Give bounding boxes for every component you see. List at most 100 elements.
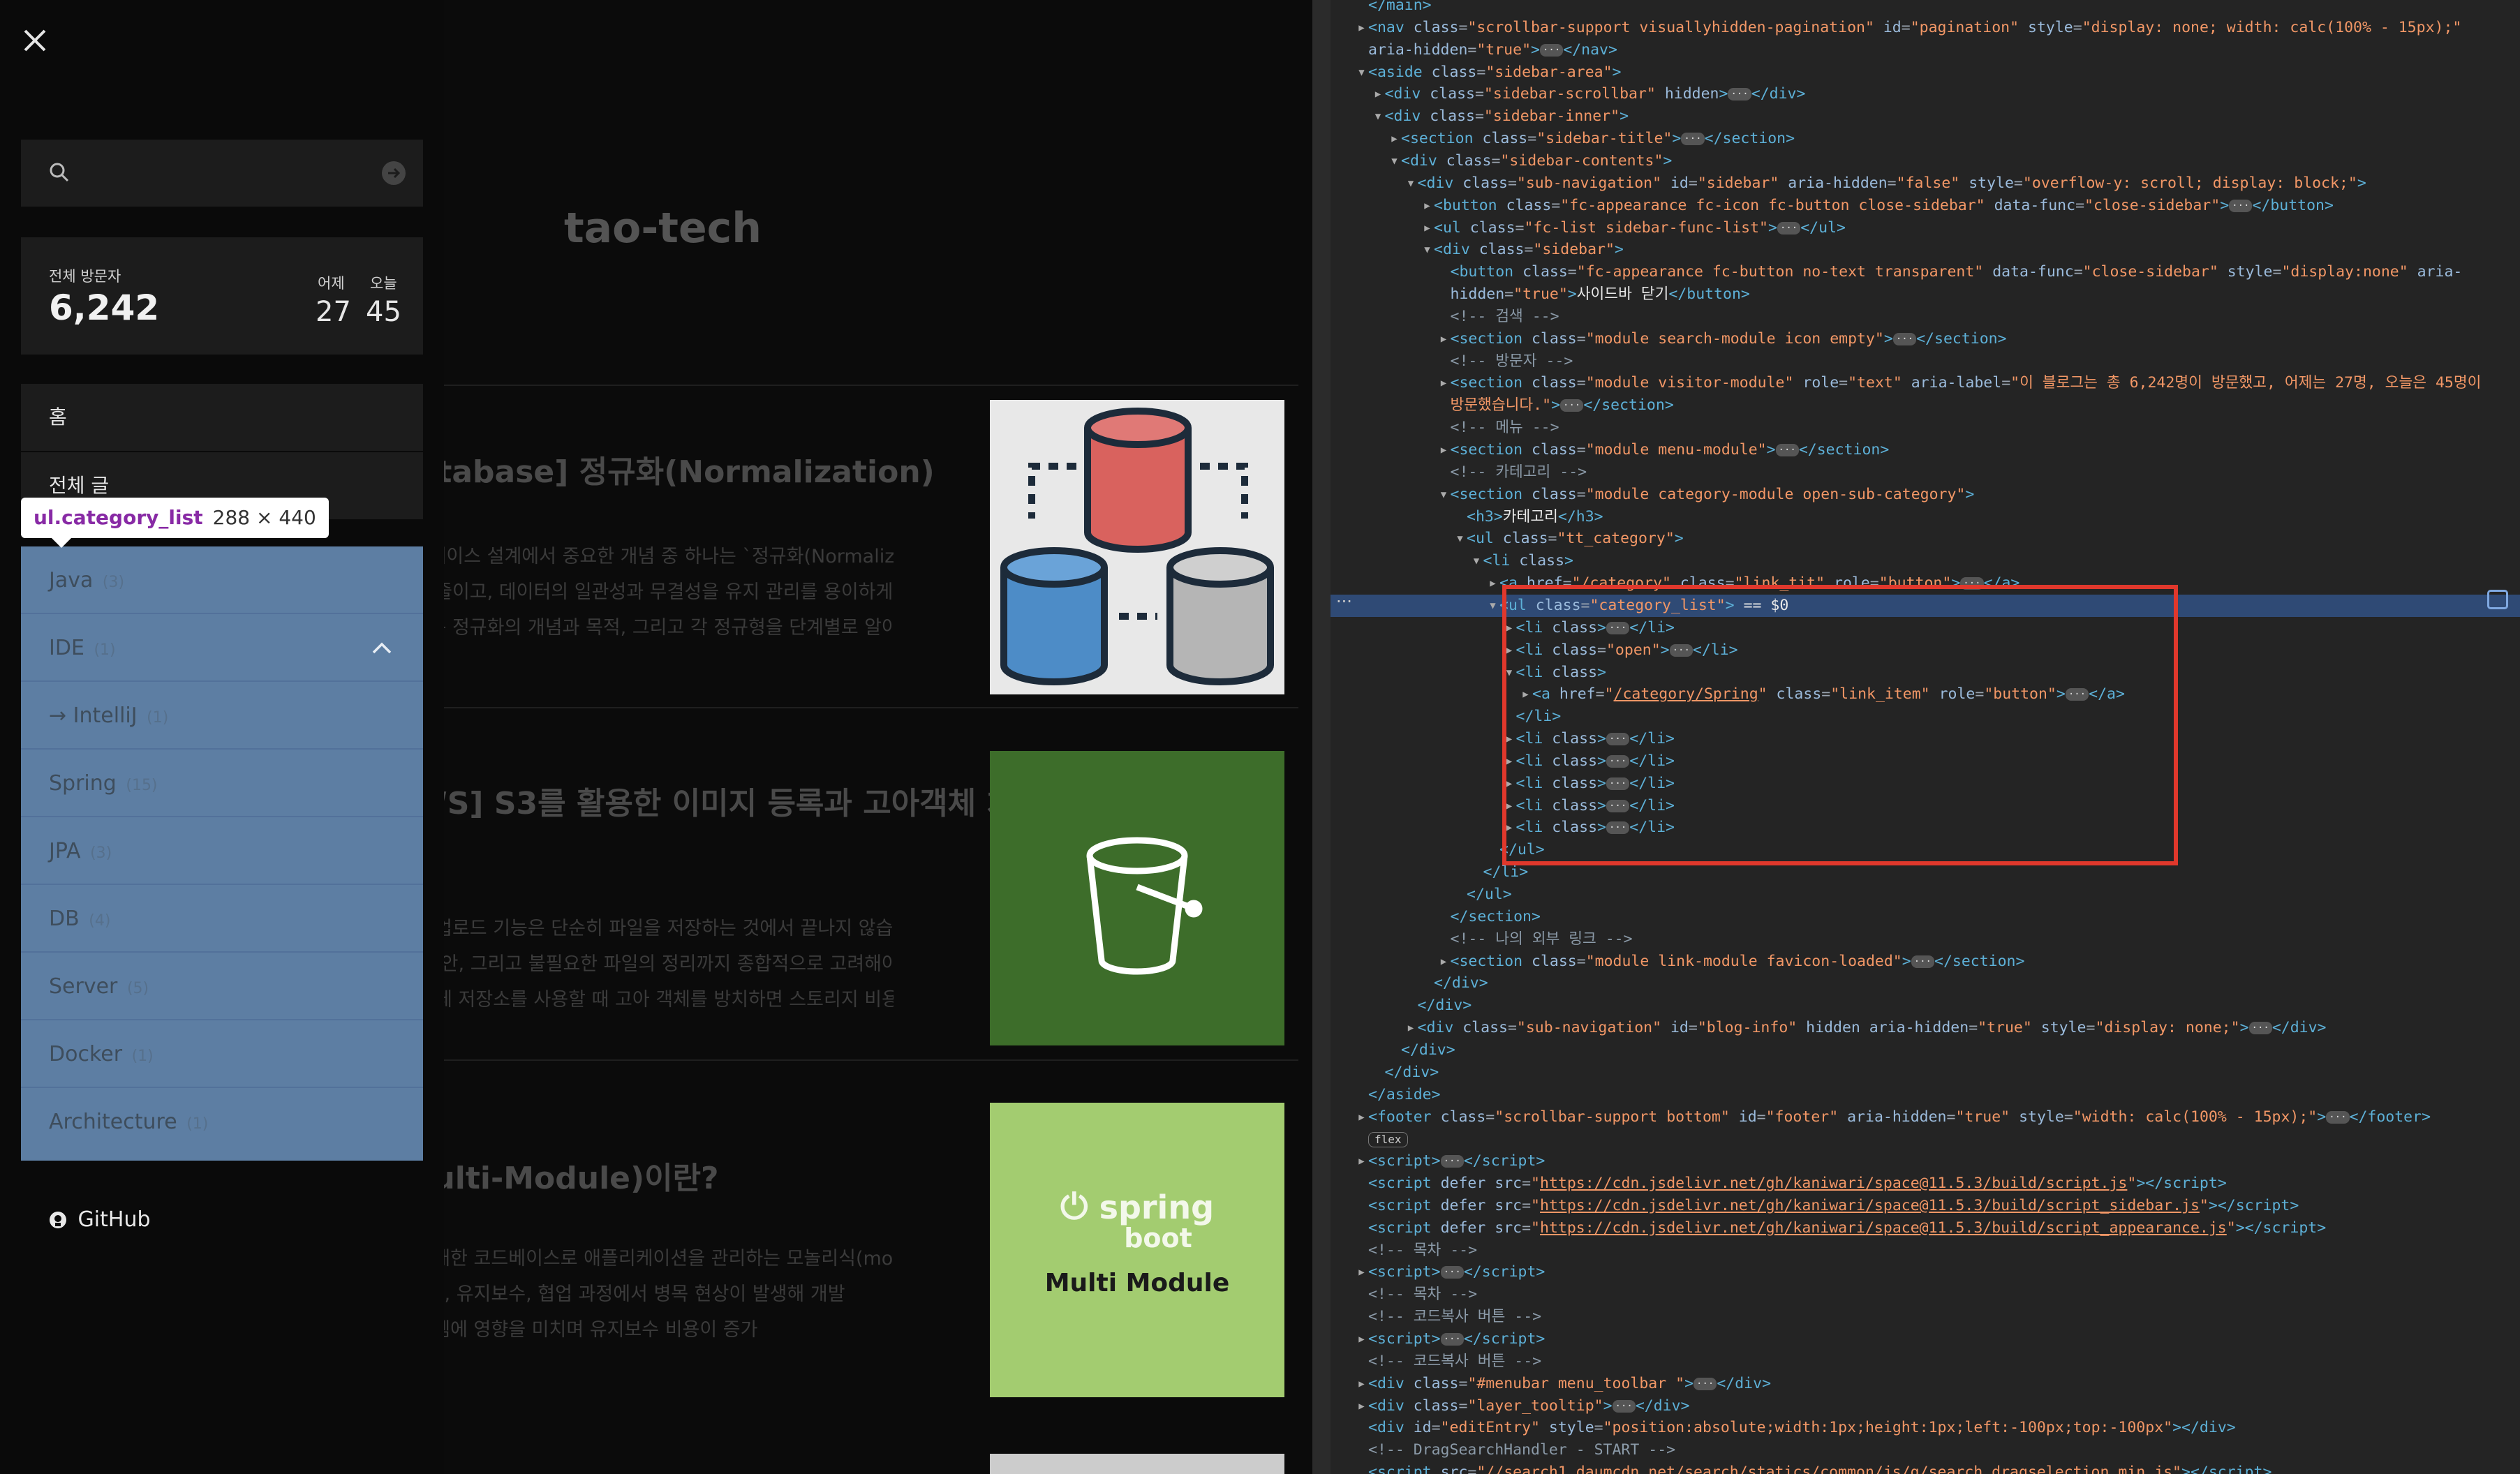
dom-node-line[interactable]: ▾ <div class="sidebar-inner"> — [1331, 105, 2520, 128]
dom-node-line[interactable]: ▸ <div class="layer_tooltip"> ··· </div> — [1331, 1395, 2520, 1417]
category-item-java[interactable]: Java (3) — [21, 546, 423, 614]
close-icon[interactable] — [22, 28, 47, 53]
dom-node-line[interactable]: <script src="//search1.daumcdn.net/searc… — [1331, 1461, 2520, 1474]
dom-node-line[interactable]: <!-- 목차 --> — [1331, 1240, 2520, 1262]
dom-node-line[interactable]: <script defer src="https://cdn.jsdelivr.… — [1331, 1195, 2520, 1217]
expand-triangle-icon[interactable]: ▾ — [1455, 528, 1465, 550]
dom-node-line[interactable]: ▾ <section class="module category-module … — [1331, 484, 2520, 506]
dom-node-line[interactable]: <!-- 검색 --> — [1331, 306, 2520, 328]
dom-node-line[interactable]: ▾ <div class="sub-navigation" id="sidebar… — [1331, 172, 2520, 195]
dom-node-line[interactable]: </div> — [1331, 1039, 2520, 1062]
collapse-triangle-icon[interactable]: ▸ — [1357, 1395, 1366, 1417]
category-item-intellij[interactable]: → IntelliJ (1) — [21, 682, 423, 750]
collapse-triangle-icon[interactable]: ▸ — [1357, 1261, 1366, 1283]
expand-triangle-icon[interactable]: ▾ — [1357, 61, 1366, 84]
dom-node-line[interactable]: hidden="true">사이드바 닫기</button> — [1331, 283, 2520, 306]
post-thumbnail-s3[interactable] — [990, 751, 1284, 1045]
collapse-triangle-icon[interactable]: ▸ — [1357, 1150, 1366, 1172]
dom-node-line[interactable]: ▸ <nav class="scrollbar-support visuallyh… — [1331, 17, 2520, 39]
expand-triangle-icon[interactable]: ▾ — [1374, 105, 1383, 128]
dom-node-line[interactable]: </main> — [1331, 0, 2520, 17]
dom-node-line[interactable]: ▾ <ul class="tt_category"> — [1331, 528, 2520, 550]
collapse-triangle-icon[interactable]: ▸ — [1357, 1373, 1366, 1395]
dom-node-line[interactable]: ▸ <script> ··· </script> — [1331, 1328, 2520, 1350]
dom-node-line[interactable]: ▸ <button class="fc-appearance fc-icon fc… — [1331, 195, 2520, 217]
collapse-triangle-icon[interactable]: ▸ — [1357, 17, 1366, 39]
dom-node-line[interactable]: ▸ <div class="sidebar-scrollbar" hidden> ·… — [1331, 83, 2520, 105]
post-thumbnail-spring[interactable]: ⏻ spring boot Multi Module — [990, 1103, 1284, 1397]
expand-triangle-icon[interactable]: ▾ — [1390, 150, 1399, 172]
expand-triangle-icon[interactable]: ▾ — [1423, 239, 1432, 261]
toggle-sidebar-icon[interactable] — [2487, 590, 2508, 609]
dom-node-line[interactable]: <button class="fc-appearance fc-button n… — [1331, 261, 2520, 283]
collapse-triangle-icon[interactable]: ▸ — [1439, 439, 1448, 461]
dom-node-line[interactable]: ▸ <div class="sub-navigation" id="blog-in… — [1331, 1017, 2520, 1039]
chevron-up-icon[interactable] — [371, 641, 392, 655]
dom-node-line[interactable]: <!-- DragSearchHandler - START --> — [1331, 1439, 2520, 1461]
collapse-triangle-icon[interactable]: ▸ — [1390, 128, 1399, 150]
dom-node-line[interactable]: </aside> — [1331, 1084, 2520, 1106]
collapse-triangle-icon[interactable]: ▸ — [1488, 572, 1497, 595]
dom-node-line[interactable]: ▸ <section class="module link-module favi… — [1331, 951, 2520, 973]
category-item-spring[interactable]: Spring (15) — [21, 750, 423, 817]
dom-node-line[interactable]: <!-- 코드복사 버튼 --> — [1331, 1350, 2520, 1373]
collapse-triangle-icon[interactable]: ▸ — [1439, 372, 1448, 394]
collapse-triangle-icon[interactable]: ▸ — [1374, 83, 1383, 105]
dom-node-line[interactable]: ▸ <script> ··· </script> — [1331, 1261, 2520, 1283]
post-title[interactable]: [AWS] S3를 활용한 이미지 등록과 고아객체 처리 — [377, 778, 1043, 823]
search-input[interactable] — [77, 155, 370, 191]
blog-title[interactable]: tao-tech — [564, 204, 762, 253]
expand-triangle-icon[interactable]: ▾ — [1472, 550, 1481, 572]
dom-node-line[interactable]: ▸ <script> ··· </script> — [1331, 1150, 2520, 1172]
dom-node-line[interactable]: ▸ <footer class="scrollbar-support bottom… — [1331, 1106, 2520, 1129]
menu-item-home[interactable]: 홈 — [21, 384, 423, 451]
dom-node-line[interactable]: <!-- 나의 외부 링크 --> — [1331, 928, 2520, 951]
dom-node-line[interactable]: </div> — [1331, 972, 2520, 995]
dom-node-line[interactable]: ▸ <section class="sidebar-title"> ··· </sec… — [1331, 128, 2520, 150]
collapse-triangle-icon[interactable]: ▸ — [1357, 1328, 1366, 1350]
category-item-server[interactable]: Server (5) — [21, 953, 423, 1020]
post-title[interactable]: [Database] 정규화(Normalization) — [377, 447, 935, 491]
collapse-triangle-icon[interactable]: ▸ — [1407, 1017, 1416, 1039]
category-item-jpa[interactable]: JPA (3) — [21, 817, 423, 885]
dom-node-line[interactable]: <script defer src="https://cdn.jsdelivr.… — [1331, 1172, 2520, 1195]
dom-node-line[interactable]: </ul> — [1331, 884, 2520, 906]
dom-node-line[interactable]: <!-- 코드복사 버튼 --> — [1331, 1306, 2520, 1328]
collapse-triangle-icon[interactable]: ▸ — [1439, 951, 1448, 973]
dom-node-line[interactable]: aria-hidden="true"> ··· </nav> — [1331, 39, 2520, 61]
collapse-triangle-icon[interactable]: ▸ — [1423, 217, 1432, 239]
category-item-architecture[interactable]: Architecture (1) — [21, 1088, 423, 1156]
dom-node-line[interactable]: <!-- 목차 --> — [1331, 1283, 2520, 1306]
dom-node-line[interactable]: ▸ <div class="#menubar menu_toolbar "> ···… — [1331, 1373, 2520, 1395]
dom-node-line[interactable]: </div> — [1331, 995, 2520, 1017]
collapse-triangle-icon[interactable]: ▸ — [1423, 195, 1432, 217]
expand-triangle-icon[interactable]: ▾ — [1439, 484, 1448, 506]
expand-triangle-icon[interactable]: ▾ — [1407, 172, 1416, 195]
dom-node-line[interactable]: ▸ <section class="module search-module ic… — [1331, 328, 2520, 350]
dom-node-line[interactable]: <h3>카테고리</h3> — [1331, 506, 2520, 528]
dom-node-line[interactable]: </section> — [1331, 906, 2520, 928]
dom-node-line[interactable]: <script defer src="https://cdn.jsdelivr.… — [1331, 1217, 2520, 1240]
dom-node-line[interactable]: </div> — [1331, 1062, 2520, 1084]
dom-node-line[interactable]: ▾ <aside class="sidebar-area"> — [1331, 61, 2520, 84]
post-thumbnail-database[interactable] — [990, 400, 1284, 694]
dom-node-line[interactable]: <!-- 메뉴 --> — [1331, 417, 2520, 439]
dom-node-line[interactable]: ▸ <ul class="fc-list sidebar-func-list"> ·… — [1331, 217, 2520, 239]
more-options-icon[interactable]: ··· — [1336, 592, 1352, 611]
dom-node-line[interactable]: ▸ <section class="module menu-module"> ···… — [1331, 439, 2520, 461]
dom-node-line[interactable]: <!-- 카테고리 --> — [1331, 461, 2520, 484]
devtools-splitter[interactable] — [1312, 0, 1331, 1474]
dom-node-line[interactable]: <div id="editEntry" style="position:abso… — [1331, 1417, 2520, 1439]
collapse-triangle-icon[interactable]: ▸ — [1439, 328, 1448, 350]
collapse-triangle-icon[interactable]: ▸ — [1357, 1106, 1366, 1129]
category-item-ide[interactable]: IDE (1) — [21, 614, 423, 682]
dom-node-line[interactable]: ▸ <section class="module visitor-module" … — [1331, 372, 2520, 394]
expand-triangle-icon[interactable]: ▾ — [1488, 595, 1497, 617]
dom-node-line[interactable]: flex — [1331, 1128, 2520, 1150]
dom-node-line[interactable]: ▾ <li class> — [1331, 550, 2520, 572]
github-link[interactable]: GitHub — [21, 1186, 423, 1253]
dom-node-line[interactable]: ▾ <div class="sidebar-contents"> — [1331, 150, 2520, 172]
dom-node-line[interactable]: <!-- 방문자 --> — [1331, 350, 2520, 373]
category-item-db[interactable]: DB (4) — [21, 885, 423, 953]
dom-node-line[interactable]: 방문했습니다."> ··· </section> — [1331, 394, 2520, 417]
